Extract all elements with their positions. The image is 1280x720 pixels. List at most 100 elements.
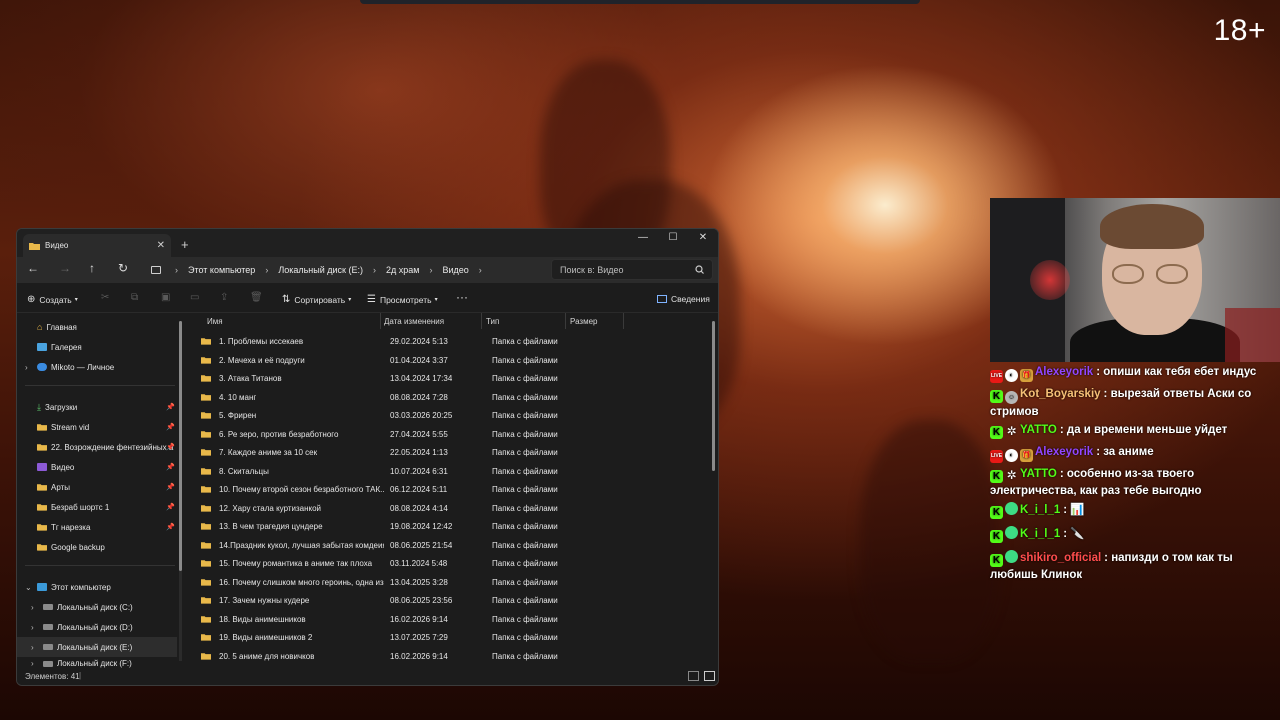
file-date: 08.08.2024 4:14 [390, 503, 448, 513]
column-divider[interactable] [380, 313, 381, 329]
file-explorer-window[interactable]: Видео ✕ + — ☐ ✕ ← → ↑ ↻ › Этот компьютер… [16, 228, 719, 686]
sidebar-item-arts[interactable]: Арты 📌 [17, 477, 177, 497]
new-tab-button[interactable]: + [181, 237, 189, 252]
column-header-name[interactable]: Имя [207, 317, 223, 326]
column-header-date[interactable]: Дата изменения [384, 317, 444, 326]
more-options-button[interactable]: ··· [456, 290, 468, 304]
tab-video[interactable]: Видео ✕ [23, 234, 171, 257]
sidebar-item-gallery[interactable]: Галерея [17, 337, 177, 357]
chat-nick[interactable]: Alexeyorik [1035, 366, 1093, 378]
file-row[interactable]: 17. Зачем нужны кудере 08.06.2025 23:56 Па… [199, 592, 709, 610]
chevron-right-icon[interactable]: › [373, 265, 376, 275]
sidebar-item-drive-d[interactable]: › Локальный диск (D:) [17, 617, 177, 637]
file-row[interactable]: 13. В чем трагедия цундере 19.08.2024 12:… [199, 518, 709, 536]
close-window-button[interactable]: ✕ [688, 229, 718, 249]
sidebar-item-stream-vid[interactable]: Stream vid 📌 [17, 417, 177, 437]
chat-nick[interactable]: YATTO [1020, 424, 1057, 436]
details-view-icon[interactable] [688, 671, 699, 681]
share-icon[interactable]: ⇪ [220, 292, 228, 303]
create-button[interactable]: ⊕ Создать ▾ [27, 294, 78, 305]
sidebar-item-fantasy[interactable]: 22. Возрождение фентезийных а 📌 [17, 437, 177, 457]
file-list-scrollbar[interactable] [712, 321, 715, 661]
file-row[interactable]: 3. Атака Титанов 13.04.2024 17:34 Папка с … [199, 370, 709, 388]
sidebar-item-drive-e[interactable]: › Локальный диск (E:) [17, 637, 177, 657]
breadcrumb-this-pc[interactable]: Этот компьютер [188, 265, 255, 275]
column-divider[interactable] [623, 313, 624, 329]
chevron-right-icon[interactable]: › [175, 265, 178, 275]
chevron-down-icon[interactable]: ⌄ [25, 583, 32, 592]
file-row[interactable]: 5. Фрирен 03.03.2026 20:25 Папка с файлами [199, 407, 709, 425]
chat-nick[interactable]: shikiro_official [1020, 552, 1101, 564]
refresh-button[interactable]: ↻ [118, 261, 128, 275]
chevron-right-icon[interactable]: › [31, 603, 34, 612]
file-row[interactable]: 12. Хару стала куртизанкой 08.08.2024 4:1… [199, 500, 709, 518]
chat-nick[interactable]: YATTO [1020, 468, 1057, 480]
sidebar-item-this-pc[interactable]: ⌄ Этот компьютер [17, 577, 177, 597]
view-button[interactable]: ☰ Просмотреть ▾ [367, 294, 438, 305]
search-input[interactable]: Поиск в: Видео [560, 265, 695, 275]
window-controls: — ☐ ✕ [628, 229, 718, 249]
tiles-view-icon[interactable] [704, 671, 715, 681]
sidebar-item-downloads[interactable]: ⤓ Загрузки 📌 [17, 397, 177, 417]
sidebar-item-google-backup[interactable]: Google backup [17, 537, 177, 557]
sidebar-item-home[interactable]: ⌂ Главная [17, 317, 177, 337]
file-row[interactable]: 14.Праздник кукол, лучшая забытая комдеи… [199, 537, 709, 555]
details-button[interactable]: Сведения [657, 294, 710, 304]
chevron-right-icon[interactable]: › [25, 363, 28, 372]
minimize-button[interactable]: — [628, 229, 658, 249]
sort-button[interactable]: ⇅ Сортировать ▾ [282, 294, 351, 305]
chevron-right-icon[interactable]: › [429, 265, 432, 275]
file-type: Папка с файлами [492, 540, 558, 550]
chat-nick[interactable]: Alexeyorik [1035, 446, 1093, 458]
breadcrumb-2d-hram[interactable]: 2д храм [386, 265, 419, 275]
sidebar-item-tg-cuts[interactable]: Тг нарезка 📌 [17, 517, 177, 537]
column-header-type[interactable]: Тип [486, 317, 499, 326]
column-divider[interactable] [481, 313, 482, 329]
maximize-button[interactable]: ☐ [658, 229, 688, 249]
chevron-right-icon[interactable]: › [31, 623, 34, 632]
search-box[interactable]: Поиск в: Видео [551, 259, 713, 280]
column-header-size[interactable]: Размер [570, 317, 598, 326]
breadcrumb-drive-e[interactable]: Локальный диск (E:) [278, 265, 363, 275]
delete-icon[interactable]: 🗑 [250, 292, 263, 303]
file-row[interactable]: 8. Скитальцы 10.07.2024 6:31 Папка с файла… [199, 463, 709, 481]
sidebar-scrollbar[interactable] [179, 321, 182, 661]
file-row[interactable]: 16. Почему слишком много героинь, одна и… [199, 574, 709, 592]
chat-nick[interactable]: Kot_Boyarskiy [1020, 388, 1101, 400]
chevron-right-icon[interactable]: › [265, 265, 268, 275]
file-row[interactable]: 4. 10 манг 08.08.2024 7:28 Папка с файлами [199, 389, 709, 407]
sidebar-item-shorts[interactable]: Безраб шортс 1 📌 [17, 497, 177, 517]
file-row[interactable]: 19. Виды анимешников 2 13.07.2025 7:29 Пап… [199, 629, 709, 647]
file-row[interactable]: 15. Почему романтика в аниме так плоха 03… [199, 555, 709, 573]
chevron-right-icon[interactable]: › [479, 265, 482, 275]
file-row[interactable]: 6. Ре зеро, против безработного 27.04.202… [199, 426, 709, 444]
chat-nick[interactable]: K_i_l_1 [1020, 504, 1060, 516]
chevron-right-icon[interactable]: › [31, 643, 34, 652]
file-row[interactable]: 20. 5 аниме для новичков 16.02.2026 9:14 П… [199, 648, 709, 666]
avatar-badge-icon: ◐ [1005, 449, 1018, 462]
title-bar[interactable]: Видео ✕ + — ☐ ✕ [17, 229, 718, 257]
file-row[interactable]: 1. Проблемы иссекаев 29.02.2024 5:13 Папка… [199, 333, 709, 351]
back-button[interactable]: ← [27, 261, 39, 275]
chat-nick[interactable]: K_i_l_1 [1020, 528, 1060, 540]
forward-button[interactable]: → [59, 261, 71, 275]
sidebar-item-drive-c[interactable]: › Локальный диск (C:) [17, 597, 177, 617]
address-bar[interactable]: › Этот компьютер › Локальный диск (E:) ›… [143, 259, 543, 280]
paste-icon[interactable]: ▣ [161, 292, 170, 303]
file-row[interactable]: 10. Почему второй сезон безработного ТАК… [199, 481, 709, 499]
column-divider[interactable] [565, 313, 566, 329]
chevron-right-icon[interactable]: › [31, 659, 34, 668]
copy-icon[interactable]: ⧉ [131, 292, 138, 303]
file-row[interactable]: 2. Мачеха и её подруги 01.04.2024 3:37 Пап… [199, 352, 709, 370]
rename-icon[interactable]: ▭ [190, 292, 199, 303]
scrollbar-thumb[interactable] [712, 321, 715, 471]
up-button[interactable]: ↑ [89, 261, 95, 275]
scrollbar-thumb[interactable] [179, 321, 182, 571]
file-row[interactable]: 7. Каждое аниме за 10 сек 22.05.2024 1:13… [199, 444, 709, 462]
breadcrumb-video[interactable]: Видео [442, 265, 468, 275]
close-tab-icon[interactable]: ✕ [157, 240, 165, 251]
sidebar-item-onedrive[interactable]: › Mikoto — Личное [17, 357, 177, 377]
sidebar-item-video[interactable]: Видео 📌 [17, 457, 177, 477]
file-row[interactable]: 18. Виды анимешников 16.02.2026 9:14 Папка… [199, 611, 709, 629]
cut-icon[interactable]: ✂ [101, 292, 109, 303]
